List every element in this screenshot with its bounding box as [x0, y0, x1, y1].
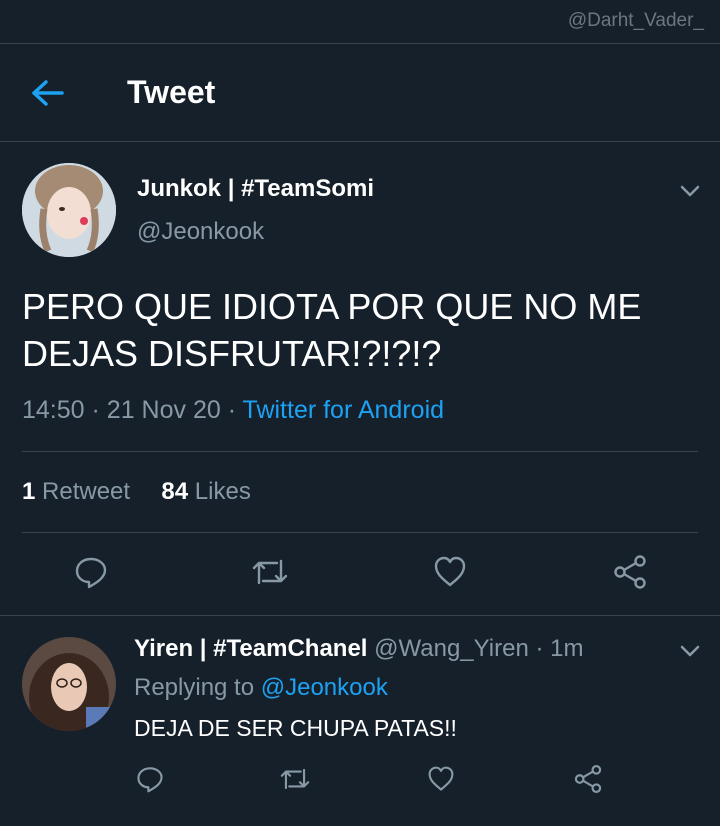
back-button[interactable] [30, 78, 66, 108]
tweet-source-link[interactable]: Twitter for Android [243, 396, 444, 424]
reply-author-handle[interactable]: @Wang_Yiren [374, 635, 529, 662]
separator: · [227, 396, 243, 424]
like-button[interactable] [431, 553, 469, 591]
reply-text: DEJA DE SER CHUPA PATAS!! [134, 715, 457, 741]
avatar[interactable] [22, 637, 116, 731]
retweet-icon [252, 559, 288, 585]
chevron-down-icon [680, 185, 700, 197]
reply-menu-button[interactable] [678, 639, 702, 663]
watermark: @Darht_Vader_ [567, 10, 704, 31]
retweet-button[interactable] [251, 553, 289, 591]
share-button[interactable] [611, 553, 649, 591]
tweet-menu-button[interactable] [678, 179, 702, 203]
tweet-meta: 14:50 · 21 Nov 20 · Twitter for Android [22, 396, 444, 425]
page-title: Tweet [127, 74, 216, 110]
replying-handle-link[interactable]: @Jeonkook [261, 674, 388, 701]
arrow-left-icon [32, 80, 64, 106]
retweet-icon [280, 768, 310, 790]
divider [22, 451, 698, 452]
tweet-date: 21 Nov 20 [106, 396, 221, 424]
likes-stat[interactable]: 84 Likes [161, 478, 250, 505]
retweets-count: 1 [22, 478, 36, 505]
heart-icon [428, 766, 454, 791]
separator: · [535, 635, 551, 662]
likes-count: 84 [161, 478, 189, 505]
reply-icon [137, 767, 163, 793]
replying-label: Replying to [134, 674, 255, 701]
reply-button[interactable] [131, 760, 169, 798]
reply-icon [75, 557, 107, 589]
reply-header: Yiren | #TeamChanel @Wang_Yiren · 1m [134, 635, 583, 663]
author-name[interactable]: Junkok | #TeamSomi [137, 175, 374, 203]
heart-icon [434, 556, 466, 587]
tweet-text: PERO QUE IDIOTA POR QUE NO ME DEJAS DISF… [22, 286, 642, 374]
reply-actions [0, 760, 720, 800]
reply-author-name[interactable]: Yiren | #TeamChanel [134, 635, 367, 662]
retweet-button[interactable] [276, 760, 314, 798]
section-divider [0, 615, 720, 616]
reply-button[interactable] [72, 553, 110, 591]
avatar-image [22, 637, 116, 731]
retweets-label: Retweet [42, 478, 131, 505]
separator: · [91, 396, 107, 424]
tweet-actions [0, 553, 720, 593]
share-button[interactable] [569, 760, 607, 798]
divider [22, 532, 698, 533]
replying-to: Replying to @Jeonkook [134, 674, 388, 702]
like-button[interactable] [422, 760, 460, 798]
chevron-down-icon [680, 645, 700, 657]
tweet-time: 14:50 [22, 396, 85, 424]
reply-time: 1m [550, 635, 584, 662]
reply-tweet[interactable]: Yiren | #TeamChanel @Wang_Yiren · 1m Rep… [0, 617, 720, 817]
likes-label: Likes [194, 478, 251, 505]
header-bar: Tweet [0, 44, 720, 142]
avatar[interactable] [22, 163, 116, 257]
avatar-image [22, 163, 116, 257]
share-icon [614, 555, 646, 589]
tweet-stats: 1 Retweet 84 Likes [22, 478, 251, 506]
author-handle[interactable]: @Jeonkook [137, 218, 264, 246]
share-icon [574, 765, 602, 793]
retweets-stat[interactable]: 1 Retweet [22, 478, 130, 505]
